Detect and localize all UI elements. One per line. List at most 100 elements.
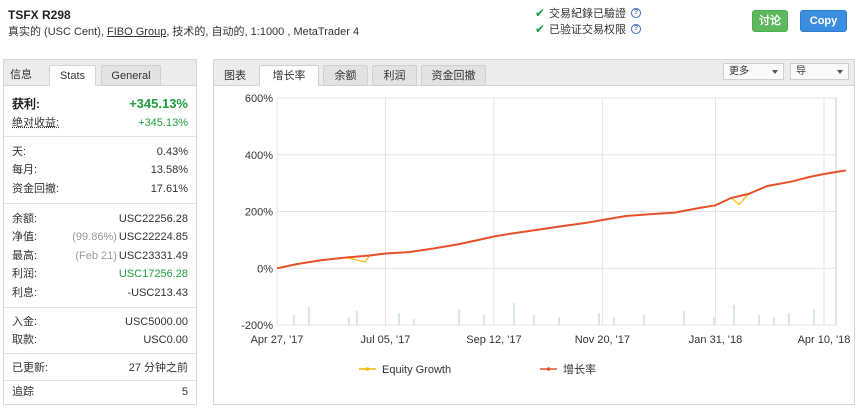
legend-equity-label: Equity Growth bbox=[382, 364, 451, 376]
x-tick-label: Jan 31, '18 bbox=[689, 334, 742, 346]
drawdown-row: 资金回撤: 17.61% bbox=[12, 181, 188, 197]
export-select[interactable]: 导 bbox=[790, 63, 849, 80]
tracking-row: 追踪 5 bbox=[12, 384, 188, 400]
daily-value: 0.43% bbox=[156, 146, 188, 158]
highest-date: (Feb 21) bbox=[75, 250, 117, 262]
y-tick-label: 400% bbox=[245, 150, 273, 162]
tab-general[interactable]: General bbox=[101, 65, 161, 86]
abs-gain-value: +345.13% bbox=[138, 117, 188, 129]
y-tick-label: 200% bbox=[245, 207, 273, 219]
drawdown-value: 17.61% bbox=[150, 183, 188, 195]
stats-tabs: 信息 Stats General bbox=[4, 60, 196, 86]
chart-label: 图表 bbox=[224, 70, 246, 82]
withdrawals-row: 取款: USC0.00 bbox=[12, 332, 188, 348]
divider bbox=[4, 380, 196, 381]
check-icon: ✔ bbox=[535, 22, 546, 36]
account-header: TSFX R298 真实的 (USC Cent), FIBO Group, 技术… bbox=[0, 0, 857, 44]
tab-info[interactable]: 信息 bbox=[10, 65, 40, 86]
daily-label: 天: bbox=[12, 146, 27, 158]
copy-button[interactable]: Copy bbox=[800, 10, 847, 32]
chart-panel: 图表 增长率 余额 利润 资金回撤 更多 导 600% 400% 200% 0% -20… bbox=[213, 59, 855, 405]
legend-growth-marker bbox=[546, 367, 551, 371]
gain-row: 获利: +345.13% bbox=[12, 96, 188, 112]
daily-row: 天: 0.43% bbox=[12, 144, 188, 160]
divider bbox=[4, 307, 196, 308]
growth-line bbox=[276, 169, 847, 270]
account-type-text: 真实的 (USC Cent), bbox=[8, 26, 108, 38]
chevron-down-icon bbox=[837, 70, 843, 74]
equity-value: USC22224.85 bbox=[118, 231, 188, 243]
interest-value: -USC213.43 bbox=[127, 287, 188, 299]
x-tick-label: Sep 12, '17 bbox=[466, 334, 521, 346]
tab-profit[interactable]: 利润 bbox=[372, 65, 417, 86]
export-select-label: 导 bbox=[796, 66, 806, 77]
balance-label: 余额: bbox=[12, 213, 38, 225]
deposits-value: USC5000.00 bbox=[125, 316, 188, 328]
highest-value: USC23331.49 bbox=[118, 250, 188, 262]
verify-text: 交易紀錄已驗證 bbox=[549, 8, 626, 20]
interest-row: 利息: -USC213.43 bbox=[12, 285, 188, 301]
monthly-label: 每月: bbox=[12, 164, 38, 176]
updated-label: 已更新: bbox=[12, 362, 49, 374]
trading-privileges-verified: ✔ 已验证交易权限 ? bbox=[535, 21, 641, 37]
deposits-label: 入金: bbox=[12, 316, 38, 328]
discuss-button[interactable]: 讨论 bbox=[752, 10, 788, 32]
more-select[interactable]: 更多 bbox=[723, 63, 784, 80]
equity-row: 净值: (99.86%) USC22224.85 bbox=[12, 229, 188, 245]
x-tick-label: Apr 10, '18 bbox=[798, 334, 851, 346]
profit-value: USC17256.28 bbox=[118, 268, 188, 280]
account-title: TSFX R298 bbox=[8, 8, 71, 22]
stats-panel: 信息 Stats General 获利: +345.13% 绝对收益: +345… bbox=[3, 59, 197, 405]
highest-label: 最高: bbox=[12, 250, 38, 262]
tab-stats[interactable]: Stats bbox=[49, 65, 96, 86]
help-icon[interactable]: ? bbox=[631, 8, 641, 18]
y-tick-label: -200% bbox=[241, 320, 273, 332]
track-record-verified: ✔ 交易紀錄已驗證 ? bbox=[535, 5, 641, 21]
highest-row: 最高: (Feb 21) USC23331.49 bbox=[12, 248, 188, 264]
tab-balance[interactable]: 余额 bbox=[323, 65, 368, 86]
drawdown-label: 资金回撤: bbox=[12, 183, 60, 195]
equity-label: 净值: bbox=[12, 231, 38, 243]
equity-percent: (99.86%) bbox=[72, 231, 117, 243]
equity-growth-line bbox=[276, 169, 847, 269]
tab-growth[interactable]: 增长率 bbox=[259, 65, 319, 86]
monthly-value: 13.58% bbox=[150, 164, 188, 176]
profit-row: 利润: USC17256.28 bbox=[12, 266, 188, 282]
account-subtitle: 真实的 (USC Cent), FIBO Group, 技术的, 自动的, 1:… bbox=[8, 23, 359, 39]
highest-value-group: (Feb 21) USC23331.49 bbox=[75, 248, 188, 264]
gain-label: 获利: bbox=[12, 97, 40, 111]
y-tick-label: 0% bbox=[257, 263, 273, 275]
abs-gain-row: 绝对收益: +345.13% bbox=[12, 115, 188, 131]
deposits-row: 入金: USC5000.00 bbox=[12, 314, 188, 330]
help-icon[interactable]: ? bbox=[631, 24, 641, 34]
chart-tabs: 图表 增长率 余额 利润 资金回撤 更多 导 bbox=[214, 60, 854, 86]
balance-row: 余额: USC22256.28 bbox=[12, 211, 188, 227]
withdrawals-label: 取款: bbox=[12, 334, 38, 346]
balance-value: USC22256.28 bbox=[118, 213, 188, 225]
profit-label: 利润: bbox=[12, 268, 38, 280]
x-tick-label: Jul 05, '17 bbox=[361, 334, 411, 346]
abs-gain-label[interactable]: 绝对收益: bbox=[12, 115, 59, 131]
tab-drawdown[interactable]: 资金回撤 bbox=[421, 65, 486, 86]
verify-text: 已验证交易权限 bbox=[549, 24, 626, 36]
tracking-label: 追踪 bbox=[12, 386, 34, 398]
updated-row: 已更新: 27 分钟之前 bbox=[12, 360, 188, 376]
growth-chart: 600% 400% 200% 0% -200% Apr 27, '17 Jul 05, '1… bbox=[241, 93, 851, 376]
broker-link[interactable]: FIBO Group bbox=[107, 26, 166, 38]
chevron-down-icon bbox=[772, 70, 778, 74]
legend-growth-label: 增长率 bbox=[563, 362, 596, 376]
divider bbox=[4, 203, 196, 204]
divider bbox=[4, 136, 196, 137]
legend-equity-marker bbox=[365, 367, 370, 371]
gain-value: +345.13% bbox=[129, 96, 188, 111]
y-tick-label: 600% bbox=[245, 93, 273, 105]
tracking-value: 5 bbox=[181, 386, 188, 398]
account-details-text: , 技术的, 自动的, 1:1000 , MetaTrader 4 bbox=[166, 26, 360, 38]
check-icon: ✔ bbox=[535, 6, 546, 20]
more-select-label: 更多 bbox=[729, 66, 749, 77]
x-tick-label: Apr 27, '17 bbox=[251, 334, 304, 346]
withdrawals-value: USC0.00 bbox=[143, 334, 188, 346]
x-tick-label: Nov 20, '17 bbox=[575, 334, 630, 346]
equity-value-group: (99.86%) USC22224.85 bbox=[72, 229, 188, 245]
divider bbox=[4, 353, 196, 354]
